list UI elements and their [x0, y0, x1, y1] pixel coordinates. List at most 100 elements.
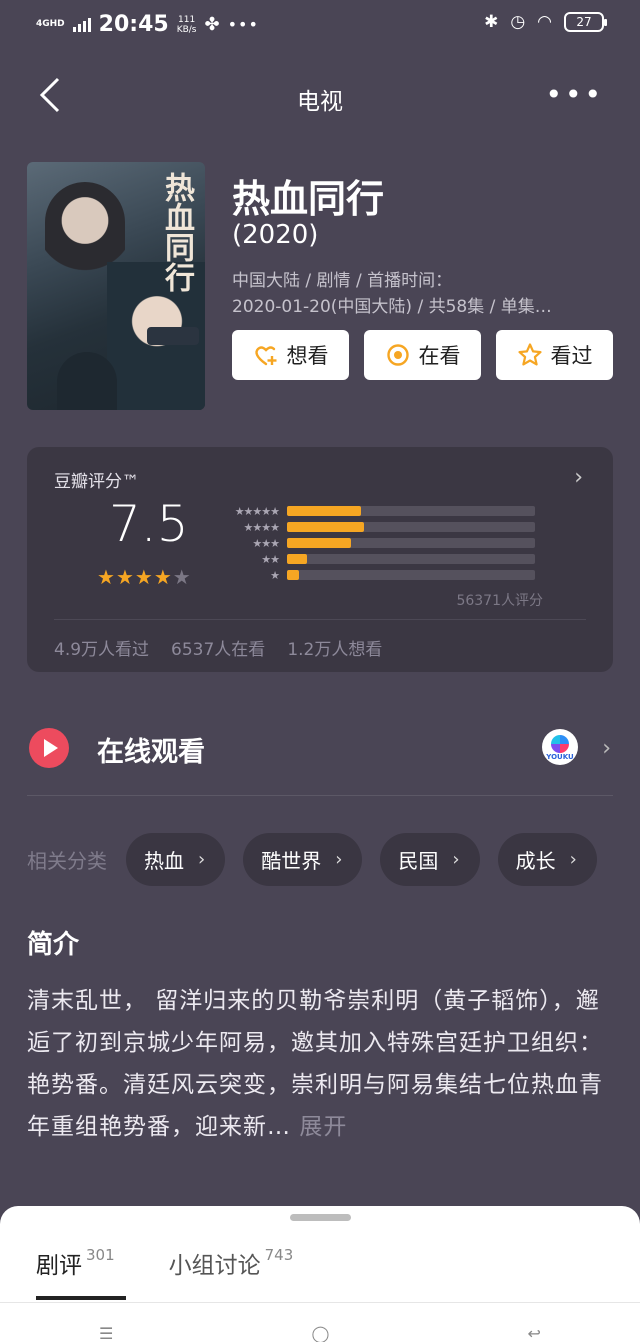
play-icon [29, 728, 69, 768]
divider [54, 619, 586, 620]
related-tags-label: 相关分类 [27, 848, 107, 873]
distribution-bar-fill [287, 554, 307, 564]
tag-label: 民国 [398, 848, 439, 873]
tab-group-discussion[interactable]: 小组讨论 743 [169, 1246, 294, 1280]
tag-label: 酷世界 [261, 848, 322, 873]
distribution-bar [287, 506, 535, 516]
distribution-stars: ★★★ [252, 536, 280, 550]
online-watch-label: 在线观看 [97, 737, 205, 768]
tag-chip[interactable]: 民国 › [380, 832, 480, 886]
more-notifications-icon: ••• [227, 15, 259, 34]
tab-reviews-count: 301 [86, 1246, 115, 1264]
chevron-right-icon: › [452, 848, 460, 870]
tag-chip[interactable]: 酷世界 › [243, 832, 363, 886]
drag-handle[interactable] [290, 1214, 351, 1221]
watched-button[interactable]: 看过 [496, 330, 613, 380]
sheet-tabs: 剧评 301 小组讨论 743 [36, 1246, 293, 1280]
tag-label: 成长 [515, 848, 556, 873]
rating-count: 56371人评分 [456, 593, 543, 609]
poster-title: 热血同行 [159, 172, 194, 292]
watching-button[interactable]: 在看 [364, 330, 481, 380]
expand-link[interactable]: 展开 [299, 1114, 347, 1140]
distribution-bar [287, 554, 535, 564]
tag-chip[interactable]: 成长 › [497, 832, 597, 886]
bottom-sheet: 剧评 301 小组讨论 743 ☰ ◯ ↩ [0, 1206, 640, 1342]
distribution-stars: ★★★★ [243, 520, 280, 534]
youku-logo-mark [551, 735, 569, 753]
chevron-right-icon[interactable]: › [574, 465, 583, 490]
tab-group-count: 743 [264, 1246, 294, 1264]
distribution-stars: ★★ [261, 552, 280, 566]
distribution-row: ★★★★★ [225, 503, 545, 519]
chevron-right-icon: › [335, 848, 343, 870]
more-options-button[interactable]: ••• [545, 78, 604, 111]
watching-count[interactable]: 6537人在看 [171, 635, 265, 660]
distribution-bar-fill [287, 570, 300, 580]
net-speed: 111 KB/s [177, 15, 197, 35]
rating-label: 豆瓣评分™ [54, 472, 139, 492]
distribution-bar-fill [287, 506, 362, 516]
rating-distribution: ★★★★★ ★★★★ ★★★ ★★ ★ [225, 503, 545, 583]
online-watch-row[interactable]: 在线观看 YOUKU › [27, 712, 613, 796]
show-meta[interactable]: 中国大陆 / 剧情 / 首播时间： 2020-01-20(中国大陆) / 共58… [232, 268, 612, 320]
poster-detail [147, 327, 199, 345]
fan-icon: ✤ [204, 14, 220, 35]
intro-title: 简介 [27, 930, 80, 960]
distribution-stars: ★★★★★ [234, 504, 280, 518]
want-count[interactable]: 1.2万人想看 [287, 635, 382, 660]
distribution-bar-fill [287, 538, 352, 548]
clock: 20:45 [98, 12, 169, 37]
wifi-icon: ◠ [537, 12, 552, 32]
menu-icon[interactable]: ☰ [99, 1324, 113, 1342]
rating-stats: 4.9万人看过 6537人在看 1.2万人想看 [54, 635, 382, 660]
target-icon [386, 344, 409, 366]
distribution-row: ★ [225, 567, 545, 583]
distribution-row: ★★★ [225, 535, 545, 551]
youku-logo: YOUKU [542, 729, 578, 765]
status-bar: 4GHD 20:45 111 KB/s ✤ ••• ✱ ◷ ◠ 27 [0, 0, 640, 50]
distribution-bar [287, 522, 535, 532]
distribution-bar [287, 570, 535, 580]
divider [0, 1302, 640, 1303]
nav-bar: 电视 ••• [0, 60, 640, 130]
related-tags: 相关分类 热血 › 酷世界 › 民国 › 成长 › [27, 832, 615, 886]
distribution-bar [287, 538, 535, 548]
tab-group-label: 小组讨论 [168, 1253, 261, 1279]
youku-logo-text: YOUKU [546, 753, 574, 761]
show-meta-line2: 2020-01-20(中国大陆) / 共58集 / 单集… [232, 297, 552, 317]
system-nav-bar: ☰ ◯ ↩ [0, 1324, 640, 1342]
distribution-row: ★★ [225, 551, 545, 567]
watched-count[interactable]: 4.9万人看过 [54, 635, 149, 660]
distribution-stars: ★ [270, 568, 280, 582]
star-icon: ★ [153, 565, 172, 589]
active-tab-indicator [36, 1296, 126, 1300]
tag-label: 热血 [144, 848, 184, 873]
signal-icon [72, 17, 91, 32]
back-icon[interactable]: ↩ [528, 1324, 541, 1342]
net-speed-value: 111 [178, 14, 196, 25]
tab-reviews-label: 剧评 [36, 1253, 82, 1279]
star-icon: ★ [97, 565, 115, 589]
poster-image[interactable]: 热血同行 [27, 162, 205, 410]
rating-card[interactable]: 豆瓣评分™ › 7.5 ★ ★ ★ ★ ★ ★★★★★ ★★★★ ★★★ ★★ ★ 56371人… [27, 447, 613, 672]
rating-score: 7.5 [109, 495, 189, 553]
show-title: 热血同行 [232, 177, 385, 221]
heart-plus-icon [254, 346, 276, 366]
chevron-right-icon: › [602, 736, 611, 761]
star-icon: ★ [115, 565, 134, 589]
battery-icon: 27 [564, 12, 607, 32]
poster-figure [57, 352, 117, 410]
watched-label: 看过 [550, 344, 593, 368]
tab-reviews[interactable]: 剧评 301 [36, 1246, 115, 1280]
home-icon[interactable]: ◯ [312, 1324, 330, 1342]
chevron-right-icon: › [198, 848, 206, 870]
star-icon [517, 343, 542, 366]
watching-label: 在看 [418, 344, 461, 368]
want-button[interactable]: 想看 [232, 330, 349, 380]
bluetooth-icon: ✱ [484, 12, 499, 32]
rating-stars: ★ ★ ★ ★ ★ [97, 565, 191, 589]
page-title: 电视 [297, 89, 343, 115]
tag-chip[interactable]: 热血 › [126, 832, 226, 886]
want-label: 想看 [286, 344, 329, 368]
chevron-right-icon: › [569, 848, 577, 870]
